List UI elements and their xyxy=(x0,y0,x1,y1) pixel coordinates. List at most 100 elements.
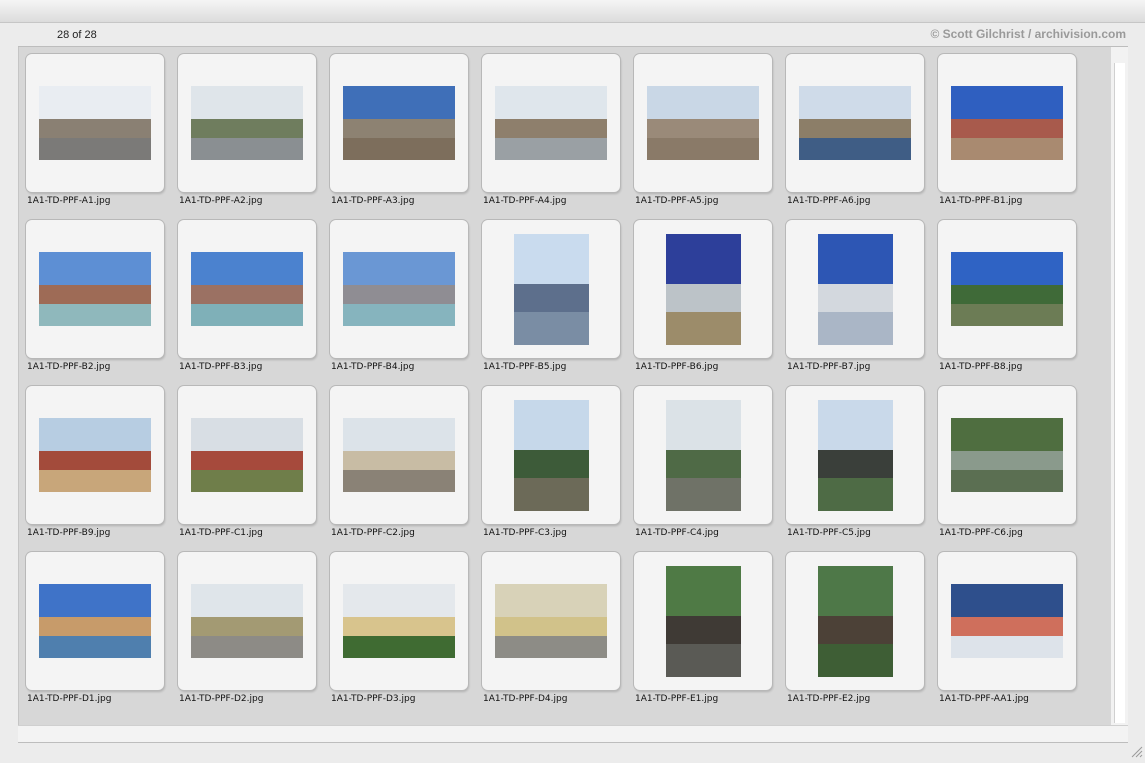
slide-image-area xyxy=(482,386,620,524)
thumbnail-image xyxy=(343,418,455,492)
thumbnail-item[interactable]: 1A1-TD-PPF-B6.jpg xyxy=(627,213,779,379)
slide-image-area xyxy=(26,220,164,358)
slide-image-area xyxy=(786,386,924,524)
slide-mount[interactable] xyxy=(26,386,164,524)
thumbnail-filename: 1A1-TD-PPF-D2.jpg xyxy=(179,694,264,704)
thumbnail-filename: 1A1-TD-PPF-A5.jpg xyxy=(635,196,719,206)
thumbnail-image xyxy=(343,86,455,160)
slide-mount[interactable] xyxy=(482,386,620,524)
slide-mount[interactable] xyxy=(938,386,1076,524)
slide-mount[interactable] xyxy=(178,220,316,358)
thumbnail-item[interactable]: 1A1-TD-PPF-C6.jpg xyxy=(931,379,1083,545)
slide-image-area xyxy=(26,552,164,690)
thumbnail-image xyxy=(513,399,589,511)
thumbnail-item[interactable]: 1A1-TD-PPF-A3.jpg xyxy=(323,47,475,213)
thumbnail-item[interactable]: 1A1-TD-PPF-B9.jpg xyxy=(19,379,171,545)
slide-mount[interactable] xyxy=(330,386,468,524)
thumbnail-image xyxy=(951,252,1063,326)
thumbnail-filename: 1A1-TD-PPF-B5.jpg xyxy=(483,362,567,372)
thumbnail-grid: 1A1-TD-PPF-A1.jpg 1A1-TD-PPF-A2.jpg 1A1-TD… xyxy=(18,47,1112,725)
thumbnail-item[interactable]: 1A1-TD-PPF-B7.jpg xyxy=(779,213,931,379)
thumbnail-item[interactable]: 1A1-TD-PPF-A4.jpg xyxy=(475,47,627,213)
slide-mount[interactable] xyxy=(786,552,924,690)
slide-image-area xyxy=(26,54,164,192)
slide-mount[interactable] xyxy=(330,220,468,358)
thumbnail-item[interactable]: 1A1-TD-PPF-D4.jpg xyxy=(475,545,627,711)
slide-mount[interactable] xyxy=(938,54,1076,192)
slide-mount[interactable] xyxy=(482,54,620,192)
thumbnail-item[interactable]: 1A1-TD-PPF-E1.jpg xyxy=(627,545,779,711)
thumbnail-image xyxy=(817,233,893,345)
thumbnail-item[interactable]: 1A1-TD-PPF-D2.jpg xyxy=(171,545,323,711)
slide-image-area xyxy=(938,386,1076,524)
slide-mount[interactable] xyxy=(634,552,772,690)
thumbnail-item[interactable]: 1A1-TD-PPF-A6.jpg xyxy=(779,47,931,213)
thumbnail-item[interactable]: 1A1-TD-PPF-B8.jpg xyxy=(931,213,1083,379)
thumbnail-item[interactable]: 1A1-TD-PPF-B4.jpg xyxy=(323,213,475,379)
thumbnail-filename: 1A1-TD-PPF-D4.jpg xyxy=(483,694,568,704)
thumbnail-image xyxy=(665,399,741,511)
slide-mount[interactable] xyxy=(634,386,772,524)
slide-mount[interactable] xyxy=(786,54,924,192)
thumbnail-filename: 1A1-TD-PPF-B8.jpg xyxy=(939,362,1023,372)
slide-mount[interactable] xyxy=(330,54,468,192)
thumbnail-image xyxy=(39,252,151,326)
scrollbar-track[interactable] xyxy=(1114,63,1125,723)
thumbnail-item[interactable]: 1A1-TD-PPF-C3.jpg xyxy=(475,379,627,545)
thumbnail-image xyxy=(817,399,893,511)
thumbnail-item[interactable]: 1A1-TD-PPF-A5.jpg xyxy=(627,47,779,213)
thumbnail-item[interactable]: 1A1-TD-PPF-C1.jpg xyxy=(171,379,323,545)
thumbnail-item[interactable]: 1A1-TD-PPF-B5.jpg xyxy=(475,213,627,379)
thumbnail-item[interactable]: 1A1-TD-PPF-B2.jpg xyxy=(19,213,171,379)
slide-mount[interactable] xyxy=(482,552,620,690)
thumbnail-filename: 1A1-TD-PPF-B1.jpg xyxy=(939,196,1023,206)
slide-image-area xyxy=(482,220,620,358)
thumbnail-filename: 1A1-TD-PPF-A1.jpg xyxy=(27,196,111,206)
thumbnail-filename: 1A1-TD-PPF-C5.jpg xyxy=(787,528,871,538)
slide-mount[interactable] xyxy=(634,220,772,358)
slide-image-area xyxy=(482,54,620,192)
window-top-bar xyxy=(0,0,1145,23)
thumbnail-item[interactable]: 1A1-TD-PPF-D3.jpg xyxy=(323,545,475,711)
slide-mount[interactable] xyxy=(938,220,1076,358)
vertical-scrollbar[interactable] xyxy=(1111,47,1128,725)
slide-mount[interactable] xyxy=(178,552,316,690)
thumbnail-filename: 1A1-TD-PPF-A4.jpg xyxy=(483,196,567,206)
thumbnail-image xyxy=(39,584,151,658)
horizontal-scrollbar[interactable] xyxy=(18,725,1128,743)
thumbnail-filename: 1A1-TD-PPF-AA1.jpg xyxy=(939,694,1029,704)
thumbnail-item[interactable]: 1A1-TD-PPF-E2.jpg xyxy=(779,545,931,711)
slide-mount[interactable] xyxy=(482,220,620,358)
slide-mount[interactable] xyxy=(786,220,924,358)
thumbnail-item[interactable]: 1A1-TD-PPF-D1.jpg xyxy=(19,545,171,711)
slide-mount[interactable] xyxy=(178,386,316,524)
thumbnail-item[interactable]: 1A1-TD-PPF-C4.jpg xyxy=(627,379,779,545)
thumbnail-image xyxy=(343,252,455,326)
thumbnail-filename: 1A1-TD-PPF-C3.jpg xyxy=(483,528,567,538)
thumbnail-item[interactable]: 1A1-TD-PPF-A2.jpg xyxy=(171,47,323,213)
resize-grip-icon[interactable] xyxy=(1129,744,1143,758)
thumbnail-item[interactable]: 1A1-TD-PPF-C2.jpg xyxy=(323,379,475,545)
thumbnail-filename: 1A1-TD-PPF-D3.jpg xyxy=(331,694,416,704)
thumbnail-item[interactable]: 1A1-TD-PPF-C5.jpg xyxy=(779,379,931,545)
slide-mount[interactable] xyxy=(178,54,316,192)
slide-mount[interactable] xyxy=(634,54,772,192)
thumbnail-item[interactable]: 1A1-TD-PPF-B1.jpg xyxy=(931,47,1083,213)
thumbnail-item[interactable]: 1A1-TD-PPF-B3.jpg xyxy=(171,213,323,379)
copyright-credit: © Scott Gilchrist / archivision.com xyxy=(930,27,1126,41)
thumbnail-item[interactable]: 1A1-TD-PPF-A1.jpg xyxy=(19,47,171,213)
slide-mount[interactable] xyxy=(330,552,468,690)
thumbnail-image xyxy=(817,565,893,677)
thumbnail-filename: 1A1-TD-PPF-C1.jpg xyxy=(179,528,263,538)
thumbnail-item[interactable]: 1A1-TD-PPF-AA1.jpg xyxy=(931,545,1083,711)
thumbnail-filename: 1A1-TD-PPF-B4.jpg xyxy=(331,362,415,372)
slide-mount[interactable] xyxy=(938,552,1076,690)
thumbnail-image xyxy=(665,565,741,677)
slide-image-area xyxy=(178,386,316,524)
slide-mount[interactable] xyxy=(26,54,164,192)
slide-image-area xyxy=(634,552,772,690)
slide-mount[interactable] xyxy=(26,220,164,358)
slide-mount[interactable] xyxy=(786,386,924,524)
slide-mount[interactable] xyxy=(26,552,164,690)
thumbnail-filename: 1A1-TD-PPF-B7.jpg xyxy=(787,362,871,372)
